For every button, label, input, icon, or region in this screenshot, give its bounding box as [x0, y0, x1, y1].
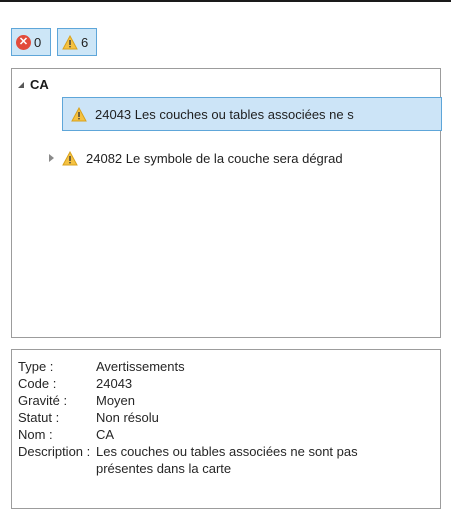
tree-root-node[interactable]: CA: [18, 77, 49, 92]
detail-row-description: Description : Les couches ou tables asso…: [18, 443, 440, 477]
detail-row-code: Code : 24043: [18, 375, 440, 392]
status-value: Non résolu: [96, 410, 159, 425]
detail-row-status: Statut : Non résolu: [18, 409, 440, 426]
warnings-count: 6: [81, 34, 89, 50]
top-border: [0, 0, 451, 2]
warnings-filter-button[interactable]: 6: [57, 28, 97, 56]
tree-item-24043[interactable]: 24043 Les couches ou tables associées ne…: [62, 97, 442, 131]
error-icon: ✕: [16, 34, 31, 50]
issues-tree[interactable]: CA 24043 Les couches ou tables associées…: [11, 68, 442, 338]
tree-root-label: CA: [30, 77, 49, 92]
name-value: CA: [96, 427, 115, 442]
errors-filter-button[interactable]: ✕ 0: [11, 28, 51, 56]
name-label: Nom :: [18, 427, 53, 442]
tree-item-24082[interactable]: 24082 Le symbole de la couche sera dégra…: [49, 141, 442, 175]
errors-count: 0: [34, 34, 42, 50]
status-label: Statut :: [18, 410, 60, 425]
warning-icon: [62, 34, 78, 49]
tree-item-label: 24043 Les couches ou tables associées ne…: [95, 106, 354, 122]
details-panel: Type : Avertissements Code : 24043 Gravi…: [11, 349, 441, 509]
detail-row-name: Nom : CA: [18, 426, 440, 443]
code-label: Code :: [18, 376, 57, 391]
description-label: Description :: [18, 444, 91, 459]
code-value: 24043: [96, 376, 133, 391]
severity-label: Gravité :: [18, 393, 68, 408]
detail-row-severity: Gravité : Moyen: [18, 392, 440, 409]
tree-item-label: 24082 Le symbole de la couche sera dégra…: [86, 150, 343, 166]
detail-row-type: Type : Avertissements: [18, 358, 440, 375]
description-value: Les couches ou tables associées ne sont …: [96, 444, 358, 476]
type-value: Avertissements: [96, 359, 185, 374]
type-label: Type :: [18, 359, 54, 374]
expanded-caret-icon[interactable]: [18, 81, 24, 88]
warning-icon: [62, 150, 78, 165]
severity-value: Moyen: [96, 393, 136, 408]
warning-icon: [71, 106, 87, 121]
collapsed-caret-icon[interactable]: [49, 154, 54, 162]
